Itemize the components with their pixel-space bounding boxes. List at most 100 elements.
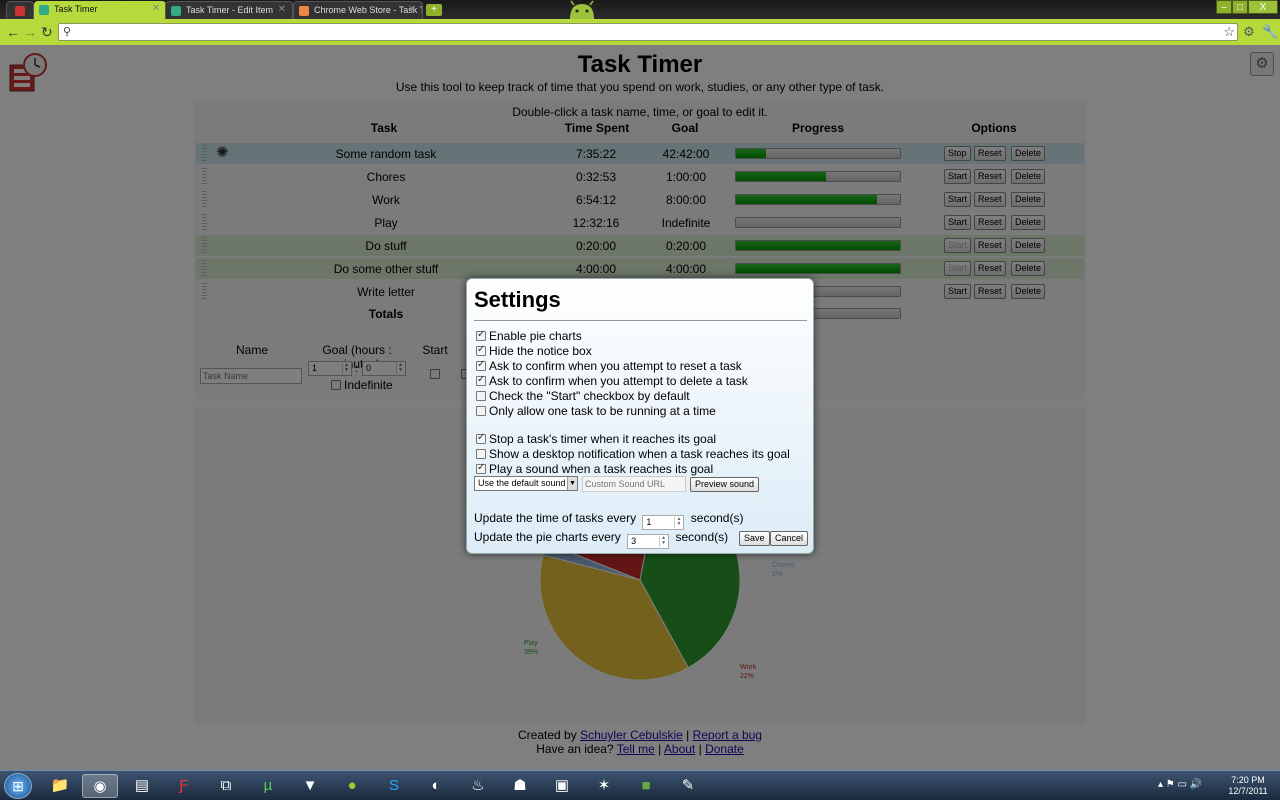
setting-label: Ask to confirm when you attempt to delet… <box>489 374 748 388</box>
chrome-icon[interactable]: ◉ <box>82 774 118 798</box>
setting-label: Ask to confirm when you attempt to reset… <box>489 359 742 373</box>
update-pie-row: Update the pie charts every 3 ▲ ▼ second(… <box>474 530 728 549</box>
setting-label: Show a desktop notification when a task … <box>489 447 790 461</box>
update-pie-prefix: Update the pie charts every <box>474 530 621 544</box>
forward-arrow-icon[interactable]: → <box>23 24 37 40</box>
pidgin-icon[interactable]: ● <box>334 774 370 798</box>
setting-option[interactable]: Show a desktop notification when a task … <box>476 447 790 461</box>
clock-date: 12/7/2011 <box>1228 786 1268 796</box>
android-theme-icon <box>570 0 594 19</box>
close-tab-icon[interactable]: ✕ <box>152 3 160 14</box>
setting-label: Hide the notice box <box>489 344 592 358</box>
tab-task-timer-edit[interactable]: Task Timer - Edit Item ✕ <box>165 1 293 19</box>
setting-checkbox[interactable] <box>476 391 486 401</box>
setting-checkbox[interactable] <box>476 344 486 356</box>
new-tab-button[interactable]: + <box>426 4 442 16</box>
utorrent-icon[interactable]: µ <box>250 774 286 798</box>
sound-select-value: Use the default sound <box>478 478 566 488</box>
wrench-menu-icon[interactable]: 🔧 <box>1262 24 1278 40</box>
windows-taskbar: ⊞ 📁 ◉ ▤ Ƒ ⧉ µ ▼ ● S ◐ ♨ ☗ ▣ ✶ ■ ✎ ▴ ⚑ ▭ … <box>0 770 1280 800</box>
extension-gear-icon[interactable]: ⚙ <box>1243 24 1255 40</box>
title-divider <box>474 320 807 321</box>
update-tasks-value: 1 <box>646 517 652 527</box>
setting-option[interactable]: Play a sound when a task reaches its goa… <box>476 462 713 476</box>
close-window-button[interactable]: X <box>1248 0 1278 14</box>
close-tab-icon[interactable]: ✕ <box>278 4 286 15</box>
system-tray[interactable]: ▴ ⚑ ▭ 🔊 <box>1158 779 1202 790</box>
tab-title: Task Timer - Edit Item <box>186 5 274 15</box>
preview-sound-button[interactable]: Preview sound <box>690 477 760 492</box>
stepper-arrows-icon[interactable]: ▲▼ <box>674 517 682 528</box>
tab-title: Task Timer <box>54 4 98 14</box>
search-icon: ⚲ <box>63 26 72 38</box>
stepper-arrows-icon[interactable]: ▲▼ <box>659 536 667 547</box>
setting-checkbox[interactable] <box>476 462 486 474</box>
chrome-store-favicon <box>299 6 309 16</box>
setting-option[interactable]: Enable pie charts <box>476 329 582 343</box>
fox-icon[interactable]: ▼ <box>292 774 328 798</box>
task-timer-favicon <box>39 5 49 15</box>
custom-sound-url-input[interactable] <box>582 476 686 492</box>
cancel-button[interactable]: Cancel <box>770 531 809 546</box>
start-button[interactable]: ⊞ <box>4 773 32 799</box>
setting-option[interactable]: Hide the notice box <box>476 344 592 358</box>
tab-chrome-web-store[interactable]: Chrome Web Store - Task T ✕ <box>293 1 423 19</box>
browser-toolbar: ← → ↻ ⚲ ☆ ⚙ 🔧 <box>0 19 1280 45</box>
setting-option[interactable]: Ask to confirm when you attempt to delet… <box>476 374 748 388</box>
update-pie-suffix: second(s) <box>675 530 729 544</box>
filezilla-icon[interactable]: Ƒ <box>166 774 202 798</box>
settings-title: Settings <box>474 287 561 312</box>
update-pie-value: 3 <box>631 536 637 546</box>
minecraft-icon[interactable]: ■ <box>628 774 664 798</box>
tab-task-timer[interactable]: Task Timer ✕ <box>34 1 166 19</box>
sc2-icon[interactable]: ✶ <box>586 774 622 798</box>
clock-time: 7:20 PM <box>1231 775 1265 785</box>
save-button[interactable]: Save <box>739 531 770 546</box>
setting-label: Stop a task's timer when it reaches its … <box>489 432 717 446</box>
setting-option[interactable]: Only allow one task to be running at a t… <box>476 404 716 418</box>
clock[interactable]: 7:20 PM 12/7/2011 <box>1222 775 1274 797</box>
maximize-window-button[interactable]: □ <box>1232 0 1248 14</box>
steam-icon[interactable]: ♨ <box>460 774 496 798</box>
update-tasks-prefix: Update the time of tasks every <box>474 511 637 525</box>
setting-label: Enable pie charts <box>489 329 582 343</box>
network-icon[interactable]: ⧉ <box>208 774 244 798</box>
back-arrow-icon[interactable]: ← <box>6 24 20 40</box>
setting-option[interactable]: Check the "Start" checkbox by default <box>476 389 690 403</box>
gmail-icon <box>15 6 25 16</box>
page-viewport: ⚙ Task Timer Use this tool to keep track… <box>0 45 1280 770</box>
setting-label: Only allow one task to be running at a t… <box>489 404 716 418</box>
game-helmet-icon[interactable]: ☗ <box>502 774 538 798</box>
setting-label: Play a sound when a task reaches its goa… <box>489 462 714 476</box>
explorer-icon[interactable]: 📁 <box>42 774 78 798</box>
browser-tab-strip: Task Timer ✕ Task Timer - Edit Item ✕ Ch… <box>0 0 1280 19</box>
close-tab-icon[interactable]: ✕ <box>408 4 416 15</box>
update-tasks-row: Update the time of tasks every 1 ▲ ▼ seco… <box>474 511 743 530</box>
setting-option[interactable]: Stop a task's timer when it reaches its … <box>476 432 716 446</box>
game-portrait-icon[interactable]: ▣ <box>544 774 580 798</box>
notepad-icon[interactable]: ▤ <box>124 774 160 798</box>
setting-checkbox[interactable] <box>476 432 486 444</box>
setting-option[interactable]: Ask to confirm when you attempt to reset… <box>476 359 742 373</box>
setting-checkbox[interactable] <box>476 359 486 371</box>
setting-checkbox[interactable] <box>476 449 486 459</box>
update-pie-stepper[interactable]: 3 ▲ ▼ <box>627 534 670 549</box>
editor-icon[interactable]: ✎ <box>670 774 706 798</box>
setting-checkbox[interactable] <box>476 374 486 386</box>
address-bar[interactable]: ⚲ ☆ <box>58 23 1238 41</box>
dropdown-arrow-icon[interactable]: ▼ <box>567 477 577 490</box>
sound-select[interactable]: Use the default sound ▼ <box>474 476 578 491</box>
setting-checkbox[interactable] <box>476 406 486 416</box>
minimize-window-button[interactable]: – <box>1216 0 1232 14</box>
setting-checkbox[interactable] <box>476 329 486 341</box>
gmail-pinned-tab[interactable] <box>6 1 34 19</box>
update-tasks-stepper[interactable]: 1 ▲ ▼ <box>642 515 685 530</box>
skype-icon[interactable]: S <box>376 774 412 798</box>
reload-icon[interactable]: ↻ <box>41 24 53 41</box>
settings-dialog: Settings Enable pie chartsHide the notic… <box>466 278 814 554</box>
bookmark-star-icon[interactable]: ☆ <box>1223 24 1235 40</box>
setting-label: Check the "Start" checkbox by default <box>489 389 690 403</box>
update-tasks-suffix: second(s) <box>690 511 744 525</box>
task-timer-favicon <box>171 6 181 16</box>
steam-alt-icon[interactable]: ◐ <box>418 774 454 798</box>
